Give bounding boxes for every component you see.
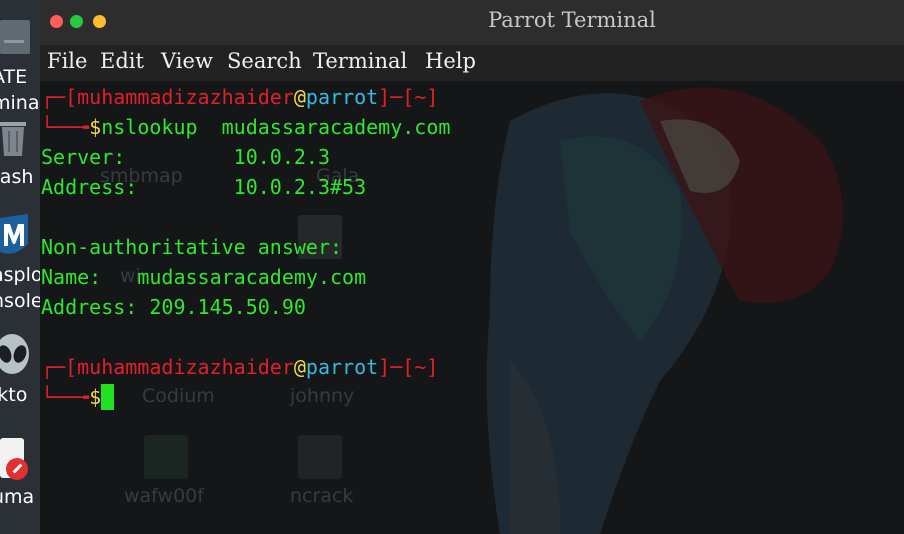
desktop-label-update: ATE bbox=[0, 66, 28, 88]
prompt-dollar: $ bbox=[89, 115, 102, 139]
prompt-at: @ bbox=[293, 355, 306, 379]
prompt-open: ┌─[ bbox=[41, 85, 78, 109]
command-text: nslookup mudassaracademy.com bbox=[101, 115, 451, 139]
output-line: Non-authoritative answer: bbox=[41, 235, 343, 259]
text-editor-icon[interactable] bbox=[0, 436, 40, 482]
desktop-label-trash: rash bbox=[0, 166, 34, 188]
desktop-label-console: nsole bbox=[0, 290, 40, 312]
output-line: Address: 209.145.50.90 bbox=[41, 295, 306, 319]
nikto-alien-icon[interactable] bbox=[0, 334, 40, 380]
desktop-label-metasploit: asplo bbox=[0, 264, 40, 286]
terminal-body[interactable]: smbmap Gala wi Codium johnny wafw00f ncr… bbox=[40, 81, 904, 534]
prompt-close: ] bbox=[426, 355, 439, 379]
prompt-dir: ~ bbox=[414, 85, 427, 109]
trash-icon[interactable] bbox=[0, 118, 40, 160]
desktop-label-terminal: mina bbox=[0, 92, 40, 114]
ghost-label-ncrack: ncrack bbox=[290, 485, 354, 507]
menu-view[interactable]: View bbox=[161, 49, 213, 73]
desktop-label-nikto: ikto bbox=[0, 384, 28, 406]
prompt-at: @ bbox=[293, 85, 306, 109]
prompt-dir: ~ bbox=[414, 355, 427, 379]
metasploit-icon[interactable] bbox=[0, 214, 40, 260]
text-cursor bbox=[101, 384, 115, 410]
prompt-corner: └──╼ bbox=[41, 115, 90, 139]
prompt-user: muhammadizazhaider bbox=[77, 85, 294, 109]
ghost-label-johnny: johnny bbox=[290, 385, 355, 407]
menu-search[interactable]: Search bbox=[227, 49, 302, 73]
ghost-wafw00f-icon bbox=[144, 435, 188, 479]
menu-file[interactable]: File bbox=[47, 49, 87, 73]
desktop-icon-strip: ATE mina rash asplo nsole ikto uma bbox=[0, 0, 40, 534]
ghost-ncrack-icon bbox=[298, 435, 342, 479]
menu-terminal[interactable]: Terminal bbox=[313, 49, 407, 73]
command-line: └──╼$nslookup mudassaracademy.com bbox=[41, 112, 450, 142]
input-line[interactable]: └──╼$ bbox=[41, 382, 115, 412]
prompt-mid: ]─[ bbox=[378, 355, 415, 379]
prompt-dollar: $ bbox=[89, 385, 102, 409]
prompt-mid: ]─[ bbox=[378, 85, 415, 109]
desktop-label-editor: uma bbox=[0, 486, 35, 508]
prompt-line: ┌─[muhammadizazhaider@parrot]─[~] bbox=[41, 82, 438, 112]
title-bar[interactable]: Parrot Terminal bbox=[40, 0, 904, 45]
menu-edit[interactable]: Edit bbox=[100, 49, 144, 73]
output-line: Address: 10.0.2.3#53 bbox=[41, 175, 367, 199]
folder-icon[interactable] bbox=[0, 18, 40, 58]
prompt-open: ┌─[ bbox=[41, 355, 78, 379]
prompt-corner: └──╼ bbox=[41, 385, 90, 409]
ghost-label-codium: Codium bbox=[142, 385, 215, 407]
prompt-line: ┌─[muhammadizazhaider@parrot]─[~] bbox=[41, 352, 438, 382]
prompt-close: ] bbox=[426, 85, 439, 109]
prompt-host: parrot bbox=[305, 85, 379, 109]
output-line: Name: mudassaracademy.com bbox=[41, 265, 367, 289]
prompt-host: parrot bbox=[305, 355, 379, 379]
ghost-label-wafw00f: wafw00f bbox=[124, 485, 204, 507]
window-title: Parrot Terminal bbox=[488, 8, 656, 32]
menu-help[interactable]: Help bbox=[425, 49, 476, 73]
terminal-window: Parrot Terminal File Edit View Search Te… bbox=[40, 0, 904, 534]
output-line: Server: 10.0.2.3 bbox=[41, 145, 330, 169]
prompt-user: muhammadizazhaider bbox=[77, 355, 294, 379]
menu-bar: File Edit View Search Terminal Help bbox=[40, 45, 904, 81]
